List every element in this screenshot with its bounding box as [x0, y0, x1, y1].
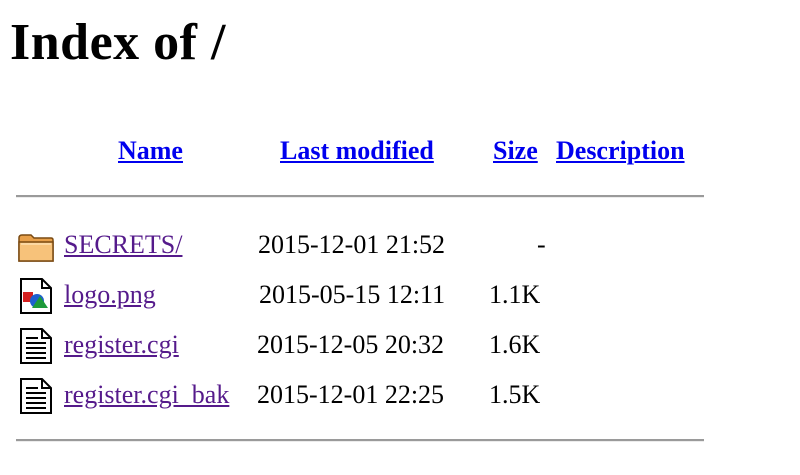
- last-modified-value: 2015-12-01 22:25: [257, 380, 445, 409]
- list-item-logo: logo.png 2015-05-15 12:11 1.1K: [0, 276, 800, 316]
- size-value: -: [537, 230, 546, 259]
- last-modified-value: 2015-12-05 20:32: [257, 330, 445, 359]
- sort-by-size-link[interactable]: Size: [493, 136, 538, 166]
- file-link-logo-png[interactable]: logo.png: [64, 280, 156, 310]
- text-file-icon: [18, 378, 54, 414]
- list-item-register-cgi: register.cgi 2015-12-05 20:32 1.6K: [0, 326, 800, 366]
- sort-by-description-link[interactable]: Description: [556, 136, 685, 166]
- file-link-register-cgi[interactable]: register.cgi: [64, 330, 179, 360]
- page-title: Index of /: [10, 14, 226, 71]
- size-value: 1.5K: [489, 380, 541, 409]
- folder-icon: [18, 228, 54, 264]
- top-divider: [16, 195, 704, 198]
- last-modified-value: 2015-12-01 21:52: [258, 230, 446, 259]
- image-file-icon: [18, 278, 54, 314]
- file-link-secrets[interactable]: SECRETS/: [64, 230, 182, 260]
- file-link-register-cgi-bak[interactable]: register.cgi_bak: [64, 380, 229, 410]
- size-value: 1.6K: [489, 330, 541, 359]
- text-file-icon: [18, 328, 54, 364]
- list-item-register-cgi-bak: register.cgi_bak 2015-12-01 22:25 1.5K: [0, 376, 800, 416]
- list-item-secrets: SECRETS/ 2015-12-01 21:52 -: [0, 226, 800, 266]
- sort-by-last-modified-link[interactable]: Last modified: [280, 136, 434, 166]
- sort-by-name-link[interactable]: Name: [118, 136, 183, 166]
- bottom-divider: [16, 439, 704, 442]
- column-header-row: Name Last modified Size Description: [0, 136, 800, 172]
- size-value: 1.1K: [489, 280, 541, 309]
- last-modified-value: 2015-05-15 12:11: [259, 280, 446, 309]
